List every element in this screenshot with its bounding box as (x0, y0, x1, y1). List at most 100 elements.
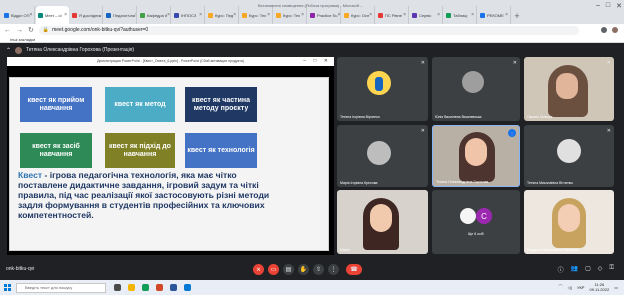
volume-icon[interactable]: ◁) (568, 285, 572, 290)
browser-tab[interactable]: Курс: Тех × (274, 6, 307, 24)
toolbar-extensions (601, 27, 618, 33)
participant-avatar (460, 208, 476, 224)
browser-tab[interactable]: ІНПОСЗ × (172, 6, 205, 24)
tab-close-icon[interactable]: × (199, 12, 202, 18)
browser-tab[interactable]: ПС Рівне × (376, 6, 409, 24)
participant-avatar (462, 71, 484, 93)
participant-tile[interactable]: Марія (337, 190, 428, 254)
slide-box-6: квест як технологія (185, 133, 257, 168)
mic-toggle-button[interactable]: ⨯ (253, 264, 264, 275)
tab-favicon-icon (378, 12, 383, 18)
mic-off-icon: ✕ (606, 60, 611, 66)
participant-tile[interactable]: ✕ Марія Ігорівна Кресова (337, 125, 428, 187)
taskbar-apps (114, 284, 191, 291)
taskbar-search[interactable]: Введіть текст для пошуку (16, 282, 106, 293)
participant-video-face (556, 73, 578, 99)
browser-tab[interactable]: Відділ ОП × (2, 6, 35, 24)
tab-close-icon[interactable]: × (337, 12, 340, 18)
browser-tab[interactable]: Я дослідник× (70, 6, 103, 24)
tab-close-icon[interactable]: × (403, 12, 406, 18)
participant-tile[interactable]: ✕ Юлія Василівна Вишневська (432, 57, 520, 121)
participant-tile-active-speaker[interactable]: ⋮ Тетяна Олександрівна Горохова (432, 125, 520, 187)
tab-close-icon[interactable]: × (471, 12, 474, 18)
browser-tab[interactable]: Кафедра ІІ × (138, 6, 171, 24)
new-tab-button[interactable]: + (512, 11, 522, 21)
presenter-bar: ⌃ Тетяна Олександрівна Горохова (Презент… (0, 43, 624, 57)
participant-tile[interactable]: ✕ Оксана Гальчук (524, 57, 614, 121)
tab-close-icon[interactable]: × (167, 12, 170, 18)
tab-close-icon[interactable]: × (101, 12, 102, 18)
network-icon[interactable]: ⌒ (559, 284, 563, 290)
minimize-icon[interactable]: – (596, 2, 600, 10)
lock-meeting-icon[interactable]: ⚿ (609, 265, 614, 274)
word-icon[interactable] (170, 284, 177, 291)
screen: Відділ ОП×Meet – ol×Я дослідник×Педагогі… (0, 0, 624, 295)
profile-icon[interactable] (612, 27, 618, 33)
chrome-icon[interactable] (142, 284, 149, 291)
more-options-button[interactable]: ⋮ (328, 264, 339, 275)
pin-icon[interactable]: ⌃ (6, 47, 11, 54)
url-text: meet.google.com/onk-bitku-qvi?authuser=0 (52, 27, 149, 33)
tab-close-icon[interactable]: × (267, 12, 270, 18)
tab-close-icon[interactable]: × (437, 12, 440, 18)
address-bar[interactable]: 🔒 meet.google.com/onk-bitku-qvi?authuser… (38, 25, 579, 35)
participant-tile[interactable]: ✕ Людмила Миколаївна Омельчко (524, 190, 614, 254)
tab-close-icon[interactable]: × (233, 12, 236, 18)
tab-favicon-icon (446, 12, 451, 18)
people-icon[interactable]: 👥 (571, 265, 578, 274)
browser-tab[interactable]: Курс: Осн × (342, 6, 375, 24)
language-indicator[interactable]: УКР (577, 285, 585, 290)
tab-favicon-icon (72, 12, 77, 18)
file-explorer-icon[interactable] (128, 284, 135, 291)
tab-favicon-icon (242, 12, 247, 18)
participant-avatar-figure (375, 77, 383, 91)
tab-favicon-icon (310, 12, 315, 18)
tab-close-icon[interactable]: × (505, 12, 508, 18)
camera-toggle-button[interactable]: ▭ (268, 264, 279, 275)
activities-icon[interactable]: ◇ (598, 265, 603, 274)
task-view-icon[interactable] (114, 284, 121, 291)
clock[interactable]: 11:26 09.11.2022 (589, 282, 609, 292)
browser-tab[interactable]: Practice Su × (308, 6, 341, 24)
participant-tile[interactable]: ✕ Тетяна Ігорівна Вірченко (337, 57, 428, 121)
participant-name: Марія (340, 248, 350, 252)
others-tile[interactable]: С Ще 6 осіб (432, 190, 520, 254)
presentation-stage: Демонстрация PowerPoint - [Квест_Освіта_… (7, 57, 334, 255)
tab-close-icon[interactable]: × (301, 12, 304, 18)
tab-close-icon[interactable]: × (30, 12, 33, 18)
bookmark-other[interactable]: Інші закладки (10, 37, 35, 42)
browser-tab[interactable]: Курс: Пед × (206, 6, 239, 24)
edge-icon[interactable] (184, 284, 191, 291)
tab-favicon-icon (174, 12, 179, 18)
tab-close-icon[interactable]: × (369, 12, 372, 18)
browser-tab[interactable]: РЕКОМЕ × (478, 6, 511, 24)
slide-definition-text: - ігрова педагогічна технологія, яка має… (18, 170, 270, 220)
powerpoint-icon[interactable] (156, 284, 163, 291)
forward-icon[interactable]: → (16, 27, 23, 34)
browser-tab[interactable]: Таблиці × (444, 6, 477, 24)
back-icon[interactable]: ← (4, 27, 11, 34)
participant-tile[interactable]: ✕ Тетяна Миколаївна Вітченко (524, 125, 614, 187)
browser-tab[interactable]: Meet – ol × (36, 6, 69, 24)
end-call-button[interactable]: ☎ (346, 264, 362, 275)
chat-icon[interactable]: ▢ (585, 265, 591, 274)
maximize-icon[interactable]: □ (606, 2, 610, 10)
tab-label: Курс: Пед (215, 12, 234, 18)
browser-tab[interactable]: Курс: Тех × (240, 6, 273, 24)
tab-favicon-icon (106, 12, 111, 18)
present-button[interactable]: ⇧ (313, 264, 324, 275)
browser-tab[interactable]: Педагогічна× (104, 6, 137, 24)
browser-tab[interactable]: Сервіс × (410, 6, 443, 24)
raise-hand-button[interactable]: ✋ (298, 264, 309, 275)
captions-button[interactable]: ▤ (283, 264, 294, 275)
notifications-icon[interactable]: ▭ (614, 285, 618, 290)
info-icon[interactable]: ⓘ (558, 265, 564, 274)
mic-off-icon: ✕ (420, 60, 425, 66)
close-icon[interactable]: ✕ (616, 2, 622, 10)
start-button[interactable] (0, 280, 14, 295)
tab-close-icon[interactable]: × (64, 12, 67, 18)
tab-label: Я дослідник (79, 12, 102, 18)
extension-icon[interactable] (601, 27, 607, 33)
tab-close-icon[interactable]: × (135, 12, 136, 18)
reload-icon[interactable]: ↻ (28, 26, 34, 34)
